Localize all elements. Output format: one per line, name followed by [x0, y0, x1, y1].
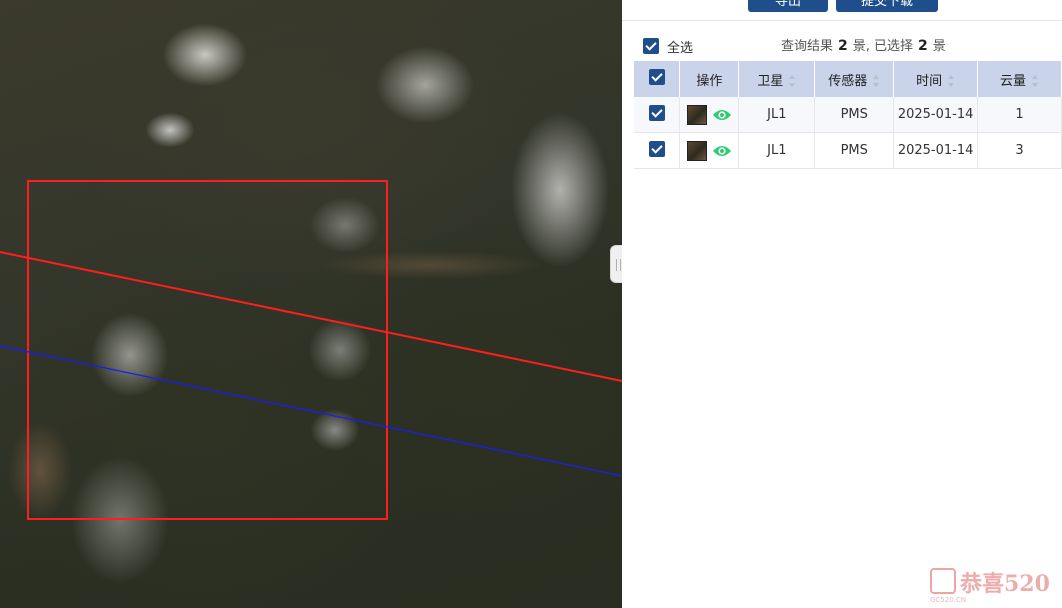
thumbnail-image[interactable]: [686, 104, 707, 125]
watermark-subtext: GC520.CN: [930, 596, 967, 604]
selected-count: 2: [918, 38, 928, 54]
map-overlay: [0, 180, 622, 520]
table-header-row: 操作 卫星 传感器 时间 云量: [634, 61, 1062, 97]
header-checkbox-cell: [634, 61, 681, 97]
time-cell: 2025-01-14: [893, 132, 979, 169]
header-checkbox[interactable]: [648, 69, 665, 85]
selection-bar: 全选 查询结果 2 景, 已选择 2 景: [622, 34, 1062, 56]
row-checkbox[interactable]: [648, 140, 665, 157]
table-row[interactable]: JL1 PMS 2025-01-14 1: [634, 97, 1062, 133]
satellite-map[interactable]: [0, 0, 622, 608]
result-panel: 导出 提交下载 全选 查询结果 2 景, 已选择 2 景 操作 卫星 传感器 时间 云量: [622, 0, 1062, 608]
sort-icon[interactable]: [873, 75, 880, 87]
select-all-checkbox[interactable]: [643, 38, 659, 54]
operation-cell: [679, 132, 740, 169]
track-line-red: [0, 251, 622, 382]
table-row[interactable]: JL1 PMS 2025-01-14 3: [634, 132, 1062, 169]
row-checkbox-cell: [634, 97, 681, 133]
sort-icon[interactable]: [789, 75, 796, 87]
watermark-text: 恭喜520: [960, 571, 1050, 597]
header-cloud[interactable]: 云量: [977, 61, 1062, 97]
result-count: 2: [838, 38, 848, 54]
thumbnail-image[interactable]: [686, 140, 707, 161]
sort-icon[interactable]: [948, 75, 955, 87]
header-time-label: 时间: [916, 73, 943, 89]
export-button[interactable]: 导出: [748, 0, 828, 12]
cloud-cell: 1: [977, 97, 1062, 133]
sort-icon[interactable]: [1032, 75, 1039, 87]
satellite-cell: JL1: [738, 97, 816, 133]
summary-suffix: 景: [932, 39, 946, 54]
header-sensor-label: 传感器: [828, 73, 868, 89]
operation-cell: [679, 97, 740, 133]
watermark-logo-icon: [930, 568, 956, 594]
header-satellite[interactable]: 卫星: [738, 61, 816, 97]
panel-toolbar: 导出 提交下载: [622, 0, 1062, 21]
track-line-blue: [0, 345, 622, 477]
time-cell: 2025-01-14: [893, 97, 979, 133]
header-sensor[interactable]: 传感器: [814, 61, 895, 97]
header-time[interactable]: 时间: [893, 61, 979, 97]
row-checkbox[interactable]: [648, 104, 665, 121]
submit-download-button[interactable]: 提交下载: [836, 0, 938, 12]
grip-icon: [616, 259, 621, 271]
summary-prefix: 查询结果: [781, 39, 834, 54]
results-table: 操作 卫星 传感器 时间 云量 JL1 PMS 2025-01-14 1 JL1…: [634, 61, 1062, 169]
sensor-cell: PMS: [814, 97, 895, 133]
eye-icon[interactable]: [712, 108, 732, 122]
cloud-cell: 3: [977, 132, 1062, 169]
select-all-label[interactable]: 全选: [667, 37, 693, 56]
summary-middle: 景, 已选择: [852, 39, 914, 54]
result-summary: 查询结果 2 景, 已选择 2 景: [781, 35, 946, 54]
watermark: 恭喜520 GC520.CN: [930, 566, 1062, 606]
header-operation: 操作: [679, 61, 740, 97]
eye-icon[interactable]: [712, 144, 732, 158]
header-cloud-label: 云量: [1000, 73, 1027, 89]
header-satellite-label: 卫星: [757, 73, 784, 89]
image-footprint: [27, 180, 388, 520]
sensor-cell: PMS: [814, 132, 895, 169]
row-checkbox-cell: [634, 132, 681, 169]
satellite-cell: JL1: [738, 132, 816, 169]
